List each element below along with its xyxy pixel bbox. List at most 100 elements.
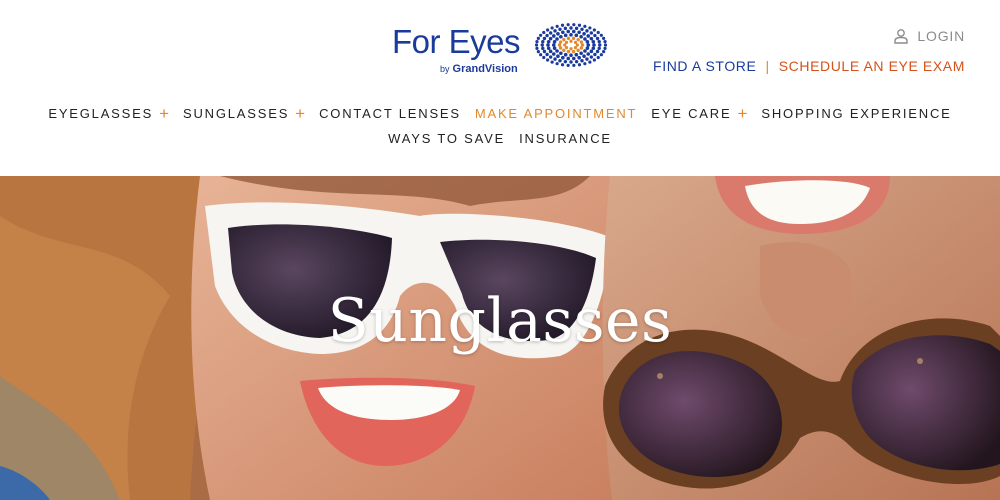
logo-dot xyxy=(582,54,586,58)
logo-dot xyxy=(566,49,571,54)
logo-dot xyxy=(541,39,545,44)
logo-dot xyxy=(550,26,554,30)
nav-item-label: WAYS TO SAVE xyxy=(388,131,506,146)
logo-dot xyxy=(541,46,545,51)
logo-dot xyxy=(555,37,559,41)
logo-dot xyxy=(577,30,581,35)
logo-dot xyxy=(569,39,573,43)
logo-dot xyxy=(546,58,550,62)
logo-dot xyxy=(580,43,585,47)
nav-item-sunglasses[interactable]: SUNGLASSES + xyxy=(183,105,305,122)
nav-item-eyeglasses[interactable]: EYEGLASSES + xyxy=(48,105,169,122)
logo-dot xyxy=(579,40,584,44)
logo-dot xyxy=(589,55,594,59)
logo-dot xyxy=(566,29,571,34)
logo-dot xyxy=(563,52,568,57)
nav-item-make-appointment[interactable]: MAKE APPOINTMENT xyxy=(475,106,637,122)
logo-dot xyxy=(592,58,596,62)
find-a-store-link[interactable]: FIND A STORE xyxy=(653,58,756,74)
logo-dot xyxy=(563,33,568,38)
logo-dot xyxy=(539,53,543,57)
logo-dot xyxy=(571,29,576,34)
nav-item-shopping-experience[interactable]: SHOPPING EXPERIENCE xyxy=(761,106,951,122)
nav-item-label: SHOPPING EXPERIENCE xyxy=(761,106,952,121)
logo-dot xyxy=(599,33,603,37)
logo-dot xyxy=(572,23,576,27)
for-eyes-logo[interactable]: For Eyes by GrandVision xyxy=(392,22,608,80)
logo-dot xyxy=(560,23,565,27)
logo-dot xyxy=(572,63,576,67)
logo-dot xyxy=(542,55,546,60)
logo-dot xyxy=(548,36,553,41)
hero-title: Sunglasses xyxy=(327,286,673,356)
logo-dot xyxy=(602,36,606,40)
logo-dot xyxy=(588,26,592,30)
main-nav-row-1: EYEGLASSES + SUNGLASSES + CONTACT LENSES M… xyxy=(0,104,1000,123)
logo-dot xyxy=(548,55,553,59)
logo-dot xyxy=(576,48,580,53)
logo-dot xyxy=(586,52,591,56)
logo-dot xyxy=(535,43,539,47)
logo-dot xyxy=(535,40,539,44)
logo-dot xyxy=(551,34,556,38)
logo-dot xyxy=(586,43,591,47)
logo-dot xyxy=(585,40,590,44)
logo-dot xyxy=(548,31,553,35)
utility-separator: | xyxy=(765,58,770,74)
logo-dot xyxy=(558,27,562,31)
logo-dot xyxy=(539,33,543,37)
logo-dot xyxy=(589,36,594,41)
logo-dot xyxy=(562,37,566,42)
logo-dot xyxy=(592,43,596,47)
logo-dot xyxy=(574,59,579,64)
logo-dot xyxy=(583,49,587,53)
nav-item-eye-care[interactable]: EYE CARE + xyxy=(651,104,748,123)
logo-dot xyxy=(550,60,554,64)
logo-dot xyxy=(599,53,603,57)
logo-dot xyxy=(546,28,550,32)
logo-dot xyxy=(566,36,571,41)
logo-dot xyxy=(598,43,602,47)
logo-dot xyxy=(553,57,557,61)
logo-dot xyxy=(545,52,549,57)
logo-dot xyxy=(573,46,578,50)
logo-dot xyxy=(546,46,551,51)
nav-item-ways-to-save[interactable]: WAYS TO SAVE xyxy=(388,131,505,147)
logo-dot xyxy=(555,24,559,28)
logo-dot xyxy=(596,30,600,35)
logo-dot xyxy=(583,62,587,66)
plus-icon: + xyxy=(737,104,748,123)
logo-dot xyxy=(561,55,565,60)
logo-dot xyxy=(582,32,586,36)
logo-dot xyxy=(558,59,562,63)
logo-dot xyxy=(593,52,597,57)
nav-item-insurance[interactable]: INSURANCE xyxy=(519,131,612,147)
nav-item-label: INSURANCE xyxy=(519,131,612,146)
hero-banner: Sunglasses xyxy=(0,176,1000,500)
login-link[interactable]: LOGIN xyxy=(893,28,965,44)
logo-dot xyxy=(603,46,607,50)
logo-dot xyxy=(552,40,557,44)
logo-dot xyxy=(571,49,576,54)
logo-dot xyxy=(564,40,569,44)
logo-dot xyxy=(571,56,576,61)
logo-dot xyxy=(579,34,583,39)
nav-item-contact-lenses[interactable]: CONTACT LENSES xyxy=(319,106,461,122)
logo-dot xyxy=(560,63,565,67)
logo-dot xyxy=(566,63,570,67)
logo-dot xyxy=(591,39,596,44)
logo-dot xyxy=(593,33,597,38)
logo-dot xyxy=(558,40,563,44)
utility-links: FIND A STORE | SCHEDULE AN EYE EXAM xyxy=(653,58,965,74)
logo-parent: GrandVision xyxy=(452,63,518,75)
logo-dot xyxy=(556,32,560,36)
logo-dot xyxy=(574,26,579,31)
schedule-eye-exam-link[interactable]: SCHEDULE AN EYE EXAM xyxy=(779,58,965,74)
logo-dot xyxy=(569,47,573,51)
logo-by: by xyxy=(440,64,450,74)
logo-dot xyxy=(573,40,578,44)
nav-item-label: MAKE APPOINTMENT xyxy=(474,106,638,121)
logo-dot xyxy=(577,55,581,60)
logo-dot xyxy=(563,43,567,47)
logo-dot xyxy=(585,29,589,33)
